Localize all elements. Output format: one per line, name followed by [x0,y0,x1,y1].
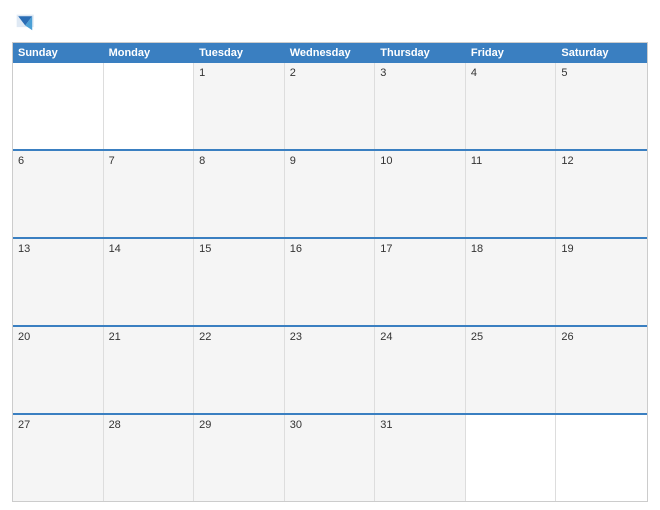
day-cell: 5 [556,63,647,149]
generalblue-logo-icon [12,10,40,38]
day-number: 30 [290,419,370,431]
day-cell: 28 [104,415,195,501]
day-cell [104,63,195,149]
day-number: 20 [18,331,98,343]
page: SundayMondayTuesdayWednesdayThursdayFrid… [0,0,660,510]
day-number: 22 [199,331,279,343]
day-number: 24 [380,331,460,343]
day-cell: 25 [466,327,557,413]
day-number: 25 [471,331,551,343]
day-cell: 9 [285,151,376,237]
day-cell: 12 [556,151,647,237]
day-cell: 27 [13,415,104,501]
day-number: 18 [471,243,551,255]
day-cell: 13 [13,239,104,325]
day-number: 10 [380,155,460,167]
week-row-3: 20 21 22 23 24 25 26 [13,325,647,413]
day-number: 29 [199,419,279,431]
day-cell: 14 [104,239,195,325]
day-cell: 17 [375,239,466,325]
day-cell: 22 [194,327,285,413]
day-number: 4 [471,67,551,79]
day-header-monday: Monday [104,43,195,63]
day-headers-row: SundayMondayTuesdayWednesdayThursdayFrid… [13,43,647,63]
day-number: 9 [290,155,370,167]
day-cell: 16 [285,239,376,325]
day-number: 21 [109,331,189,343]
week-row-2: 13 14 15 16 17 18 19 [13,237,647,325]
day-cell: 29 [194,415,285,501]
day-number: 15 [199,243,279,255]
day-cell [13,63,104,149]
day-header-friday: Friday [466,43,557,63]
day-number: 27 [18,419,98,431]
day-cell: 6 [13,151,104,237]
day-number: 17 [380,243,460,255]
day-number: 8 [199,155,279,167]
day-cell: 10 [375,151,466,237]
week-row-1: 6789 10 11 12 [13,149,647,237]
day-cell: 20 [13,327,104,413]
day-cell [556,415,647,501]
day-cell: 18 [466,239,557,325]
day-cell: 23 [285,327,376,413]
day-cell: 24 [375,327,466,413]
day-cell: 26 [556,327,647,413]
day-header-wednesday: Wednesday [285,43,376,63]
day-number: 28 [109,419,189,431]
week-row-4: 27 28 29 30 31 [13,413,647,501]
day-number: 31 [380,419,460,431]
day-number: 11 [471,155,551,167]
day-cell: 15 [194,239,285,325]
day-number: 6 [18,155,98,167]
day-number: 2 [290,67,370,79]
day-number: 19 [561,243,642,255]
day-header-sunday: Sunday [13,43,104,63]
day-number: 14 [109,243,189,255]
day-number: 3 [380,67,460,79]
day-cell: 21 [104,327,195,413]
day-header-thursday: Thursday [375,43,466,63]
day-number: 5 [561,67,642,79]
day-number: 12 [561,155,642,167]
day-cell [466,415,557,501]
day-number: 7 [109,155,189,167]
calendar: SundayMondayTuesdayWednesdayThursdayFrid… [12,42,648,502]
day-cell: 4 [466,63,557,149]
logo [12,10,44,38]
day-number: 13 [18,243,98,255]
weeks-container: 1234567891011121314151617181920212223242… [13,63,647,501]
header [12,10,648,38]
day-cell: 11 [466,151,557,237]
day-header-saturday: Saturday [556,43,647,63]
day-cell: 1 [194,63,285,149]
day-cell: 30 [285,415,376,501]
day-number: 26 [561,331,642,343]
week-row-0: 12345 [13,63,647,149]
day-cell: 3 [375,63,466,149]
day-number: 1 [199,67,279,79]
day-cell: 2 [285,63,376,149]
day-number: 23 [290,331,370,343]
day-cell: 8 [194,151,285,237]
day-header-tuesday: Tuesday [194,43,285,63]
day-cell: 31 [375,415,466,501]
day-cell: 7 [104,151,195,237]
day-number: 16 [290,243,370,255]
day-cell: 19 [556,239,647,325]
